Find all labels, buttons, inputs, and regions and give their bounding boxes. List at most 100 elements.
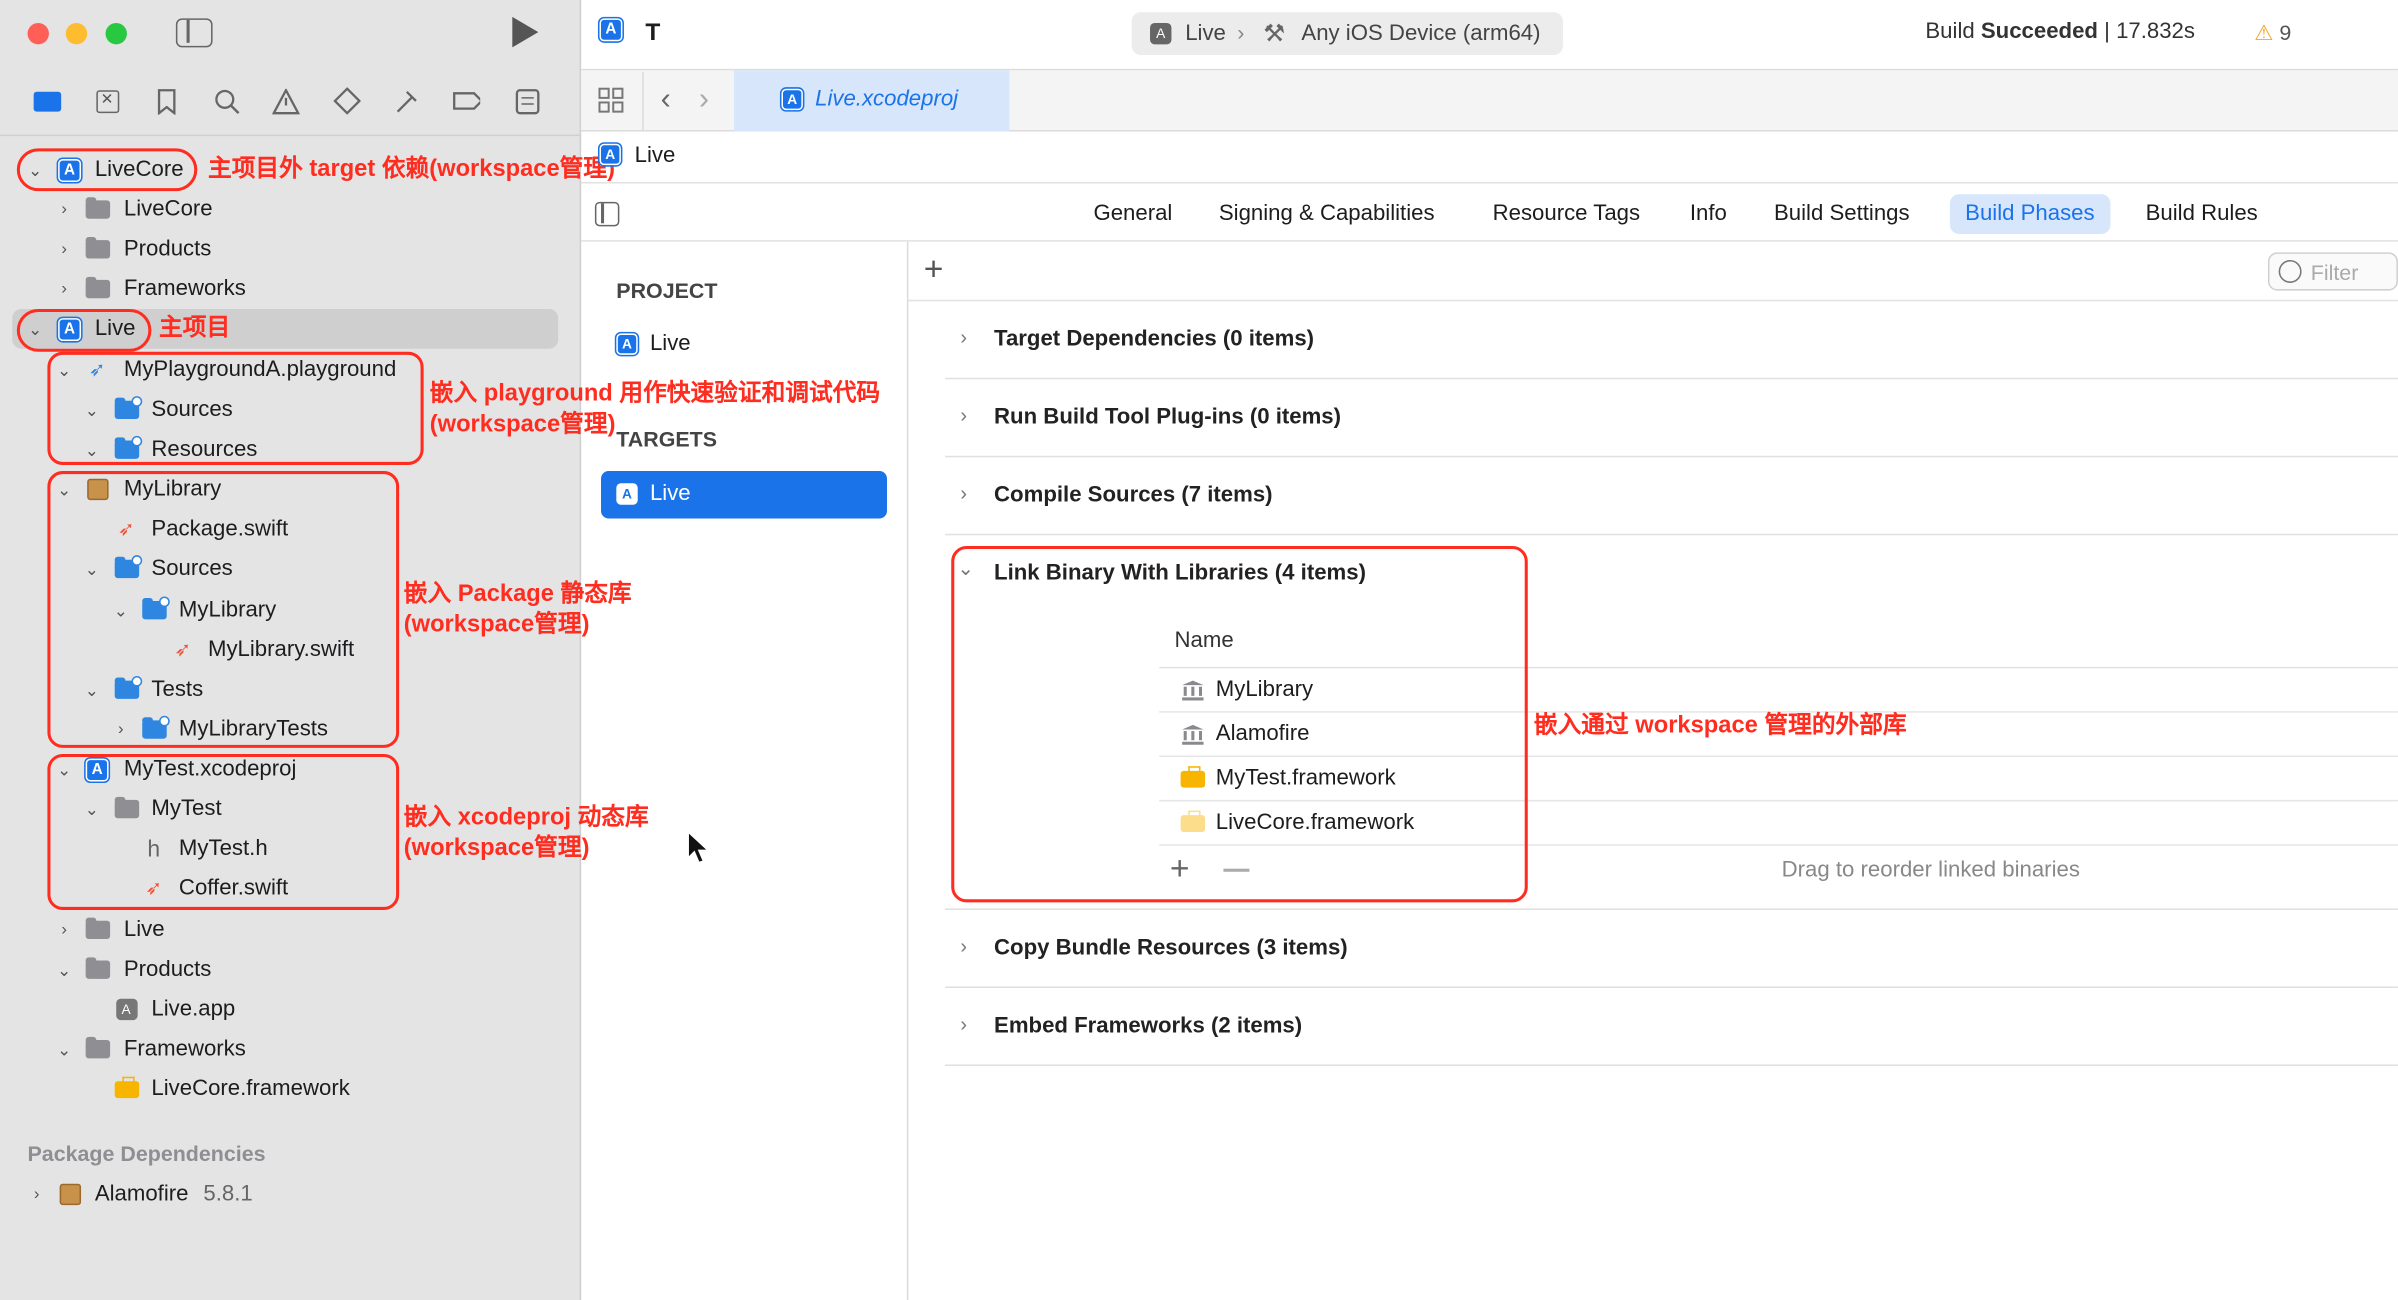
target-app-icon: A: [616, 483, 638, 505]
annotation-xcodeproj-2: (workspace管理): [403, 835, 590, 862]
navitem-label: Frameworks: [123, 1036, 246, 1062]
xcodeproj-icon: A: [779, 87, 805, 112]
phase-target-dependencies[interactable]: › Target Dependencies (0 items): [945, 301, 2398, 380]
navitem-livecore-framework[interactable]: LiveCore.framework: [0, 1069, 581, 1109]
tab-build-rules[interactable]: Build Rules: [2130, 194, 2273, 234]
xcode-window: ✕ ⌄ A LiveCore › LiveCore › Products › Framework…: [0, 0, 2398, 1300]
navitem-products[interactable]: ⌄ Products: [0, 950, 581, 990]
chevron-right-icon[interactable]: ›: [57, 280, 72, 298]
run-icon[interactable]: [512, 16, 539, 48]
window-title: T: [645, 19, 661, 46]
phase-title: Compile Sources (7 items): [994, 483, 1273, 508]
forward-arrow-icon[interactable]: ›: [699, 83, 709, 118]
folder-icon: [84, 957, 110, 980]
tab-general[interactable]: General: [1078, 194, 1187, 234]
navitem-label: Frameworks: [123, 276, 246, 302]
back-arrow-icon[interactable]: ‹: [661, 83, 671, 118]
navitem-live-app[interactable]: A Live.app: [0, 990, 581, 1030]
package-dependencies-header: Package Dependencies: [27, 1140, 266, 1166]
scheme-name[interactable]: Live: [1185, 21, 1226, 45]
package-alamofire[interactable]: › Alamofire 5.8.1: [0, 1175, 581, 1215]
navitem-products[interactable]: › Products: [0, 229, 581, 269]
chevron-down-icon[interactable]: ⌄: [57, 1041, 72, 1059]
annotation-livecore: 主项目外 target 依赖(workspace管理): [207, 155, 615, 182]
tab-build-settings[interactable]: Build Settings: [1759, 194, 1925, 234]
annotation-box-live: [16, 308, 152, 352]
chevron-right-icon[interactable]: ›: [57, 921, 72, 939]
search-icon[interactable]: [213, 87, 241, 115]
inspector-toggle-icon[interactable]: [594, 201, 620, 227]
annotation-box-xcodeproj: [47, 753, 400, 910]
annotation-box-playground: [47, 351, 424, 465]
tab-resource-tags[interactable]: Resource Tags: [1477, 194, 1655, 234]
phase-run-build-tool-plugins[interactable]: › Run Build Tool Plug-ins (0 items): [945, 379, 2398, 458]
navitem-live-folder[interactable]: › Live: [0, 910, 581, 950]
chevron-down-icon[interactable]: ⌄: [57, 961, 72, 979]
folder-navigator-icon[interactable]: [33, 87, 62, 115]
tab-info[interactable]: Info: [1675, 194, 1743, 234]
chevron-right-icon[interactable]: ›: [960, 1012, 967, 1035]
warning-indicator[interactable]: ⚠ 9: [2254, 20, 2291, 46]
tab-build-phases[interactable]: Build Phases: [1949, 194, 2110, 234]
annotation-box-package: [47, 471, 400, 748]
scheme-selector[interactable]: A Live › ⚒ Any iOS Device (arm64): [1131, 12, 1563, 56]
build-status-prefix: Build: [1925, 19, 1981, 45]
app-icon: A: [1150, 22, 1172, 45]
chevron-right-icon[interactable]: ›: [960, 326, 967, 349]
chevron-right-icon[interactable]: ›: [57, 200, 72, 218]
debug-spray-icon[interactable]: [393, 87, 421, 115]
phase-embed-frameworks[interactable]: › Embed Frameworks (2 items): [945, 988, 2398, 1066]
chevron-right-icon[interactable]: ›: [960, 482, 967, 505]
app-icon: A: [113, 998, 139, 1021]
project-icon: A: [597, 16, 624, 43]
target-item-live[interactable]: A Live: [601, 471, 887, 519]
navitem-label: Products: [123, 957, 212, 982]
filter-icon: [2278, 259, 2302, 283]
add-phase-button[interactable]: +: [924, 252, 944, 286]
project-section-header: PROJECT: [616, 278, 718, 303]
chevron-right-icon[interactable]: ›: [57, 240, 72, 258]
close-window-button[interactable]: [27, 22, 49, 45]
issue-warning-icon[interactable]: [272, 87, 300, 115]
build-status: Build Succeeded | 17.832s: [1925, 20, 2195, 44]
annotation-playground-1: 嵌入 playground 用作快速验证和调试代码: [429, 380, 881, 407]
project-icon-small: A: [614, 331, 640, 357]
chevron-right-icon[interactable]: ›: [960, 404, 967, 427]
destination-name[interactable]: Any iOS Device (arm64): [1301, 21, 1540, 45]
chevron-right-icon[interactable]: ›: [29, 1185, 44, 1203]
package-name: Alamofire: [94, 1182, 189, 1207]
phase-copy-bundle-resources[interactable]: › Copy Bundle Resources (3 items): [945, 910, 2398, 988]
phase-title: Copy Bundle Resources (3 items): [994, 935, 1348, 961]
breadcrumb[interactable]: Live: [635, 144, 676, 168]
package-icon: [57, 1183, 83, 1206]
source-control-icon[interactable]: ✕: [93, 87, 121, 115]
annotation-xcodeproj-1: 嵌入 xcodeproj 动态库: [403, 804, 649, 831]
zoom-window-button[interactable]: [105, 22, 127, 45]
tab-signing-capabilities[interactable]: Signing & Capabilities: [1204, 194, 1450, 234]
phase-title: Run Build Tool Plug-ins (0 items): [994, 405, 1342, 430]
breakpoint-icon[interactable]: [453, 87, 481, 115]
sidebar-toggle-icon[interactable]: [175, 18, 213, 48]
navitem-label: Live.app: [151, 997, 236, 1022]
test-diamond-icon[interactable]: [333, 87, 361, 115]
phase-compile-sources[interactable]: › Compile Sources (7 items): [945, 457, 2398, 536]
navitem-frameworks[interactable]: ⌄ Frameworks: [0, 1029, 581, 1069]
bookmark-icon[interactable]: [153, 87, 181, 115]
minimize-window-button[interactable]: [65, 22, 88, 45]
package-version: 5.8.1: [203, 1182, 253, 1207]
annotation-libs: 嵌入通过 workspace 管理的外部库: [1533, 712, 1907, 739]
annotation-box-libs: [951, 545, 1528, 903]
grid-icon[interactable]: [598, 87, 626, 122]
phase-title: Embed Frameworks (2 items): [994, 1013, 1303, 1039]
filter-field[interactable]: Filter: [2267, 252, 2398, 291]
project-item[interactable]: Live: [650, 332, 691, 356]
navitem-frameworks[interactable]: › Frameworks: [0, 269, 581, 309]
build-status-result: Succeeded: [1980, 19, 2098, 45]
editor-tab-live-xcodeproj[interactable]: A Live.xcodeproj: [734, 70, 1010, 132]
navitem-livecore-folder[interactable]: › LiveCore: [0, 190, 581, 230]
chevron-right-icon[interactable]: ›: [960, 934, 967, 957]
folder-icon: [84, 197, 110, 220]
report-icon[interactable]: [514, 87, 542, 115]
folder-icon: [84, 276, 110, 299]
folder-icon: [84, 1036, 110, 1059]
